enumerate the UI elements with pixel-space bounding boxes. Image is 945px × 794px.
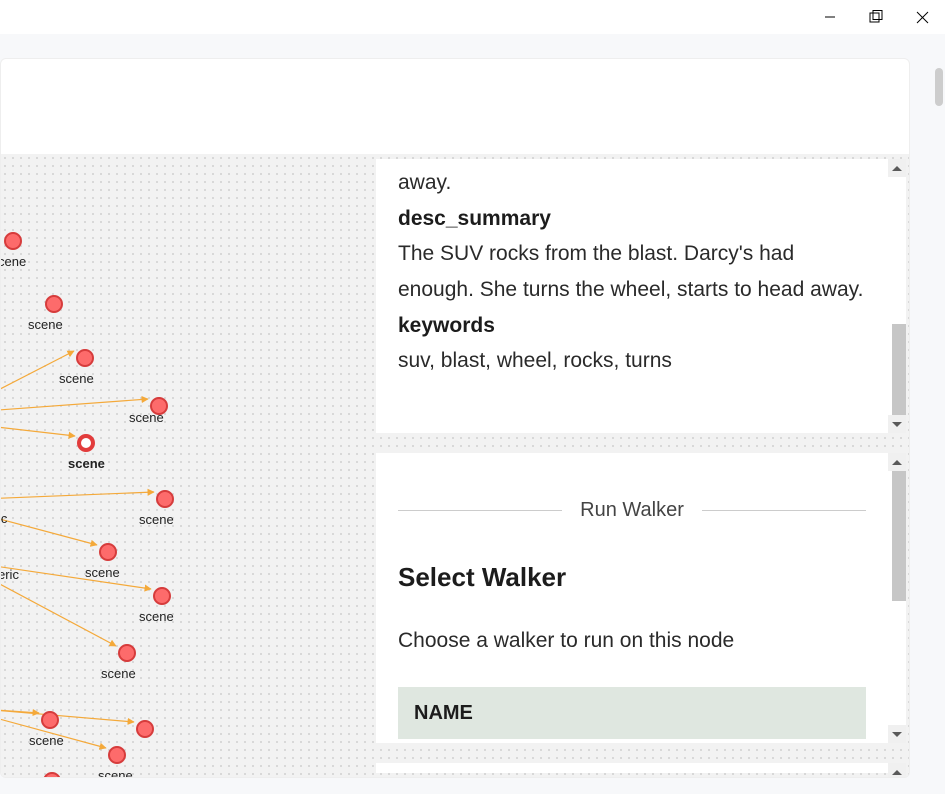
graph-node-label: scene — [129, 410, 164, 425]
run-walker-panel: Run Walker Select Walker Choose a walker… — [376, 453, 906, 743]
graph-node[interactable] — [41, 711, 59, 729]
close-icon — [916, 11, 929, 24]
graph-node[interactable] — [153, 587, 171, 605]
edges-layer — [1, 154, 371, 778]
truncated-label: ic — [0, 511, 7, 526]
graph-edge — [1, 574, 116, 646]
graph-node[interactable] — [76, 349, 94, 367]
maximize-button[interactable] — [853, 0, 899, 34]
graph-edge — [1, 424, 75, 436]
graph-node-label: scene — [68, 456, 105, 471]
graph-node[interactable] — [4, 232, 22, 250]
scrollbar-thumb[interactable] — [935, 68, 943, 106]
graph-node-label: scene — [29, 733, 64, 748]
graph-edge — [1, 564, 151, 589]
select-walker-heading: Select Walker — [398, 555, 866, 599]
graph-edge — [1, 492, 154, 499]
window-titlebar — [0, 0, 945, 34]
graph-edge — [1, 514, 97, 545]
next-panel-peek — [376, 763, 906, 773]
minimize-icon — [824, 11, 836, 23]
scroll-up-button[interactable] — [888, 453, 906, 471]
graph-node-label: scene — [59, 371, 94, 386]
node-details-panel: away. desc_summary The SUV rocks from th… — [376, 159, 906, 433]
app-panel: cene scene scene scene scene scene scene scene s… — [0, 58, 910, 778]
graph-edge — [1, 399, 148, 412]
scroll-up-button[interactable] — [888, 159, 906, 177]
section-title: Run Walker — [580, 493, 684, 527]
graph-node[interactable] — [99, 543, 117, 561]
graph-node-label: scene — [139, 512, 174, 527]
graph-node[interactable] — [108, 746, 126, 764]
dropdown-label: NAME — [414, 696, 473, 730]
chevron-up-icon — [892, 460, 902, 465]
truncated-text: away. — [398, 165, 866, 201]
graph-node-selected[interactable] — [77, 434, 95, 452]
chevron-down-icon — [892, 732, 902, 737]
close-button[interactable] — [899, 0, 945, 34]
scrollbar-thumb[interactable] — [892, 324, 906, 424]
details-content: away. desc_summary The SUV rocks from th… — [376, 159, 888, 433]
field-value: suv, blast, wheel, rocks, turns — [398, 343, 866, 379]
scroll-down-button[interactable] — [888, 725, 906, 743]
maximize-icon — [869, 10, 883, 24]
window-scrollbar[interactable] — [935, 68, 943, 794]
graph-node[interactable] — [45, 295, 63, 313]
graph-node-label: scene — [101, 666, 136, 681]
chevron-up-icon — [892, 770, 902, 775]
graph-node[interactable] — [156, 490, 174, 508]
graph-node[interactable] — [118, 644, 136, 662]
instruction-text: Choose a walker to run on this node — [398, 623, 866, 659]
chevron-down-icon — [892, 422, 902, 427]
graph-node-label: scene — [98, 768, 133, 778]
scroll-down-button[interactable] — [888, 415, 906, 433]
scrollbar-thumb[interactable] — [892, 471, 906, 601]
graph-node-label: scene — [139, 609, 174, 624]
minimize-button[interactable] — [807, 0, 853, 34]
chevron-up-icon — [892, 166, 902, 171]
scroll-up-button[interactable] — [888, 763, 906, 778]
field-value: The SUV rocks from the blast. Darcy's ha… — [398, 236, 866, 307]
field-label: desc_summary — [398, 201, 866, 237]
section-divider: Run Walker — [398, 493, 866, 527]
workspace: cene scene scene scene scene scene scene scene s… — [1, 154, 910, 778]
walker-dropdown[interactable]: NAME — [398, 687, 866, 739]
app-outer: cene scene scene scene scene scene scene scene s… — [0, 34, 945, 794]
right-column: away. desc_summary The SUV rocks from th… — [376, 159, 906, 774]
graph-canvas[interactable]: cene scene scene scene scene scene scene scene s… — [1, 154, 371, 778]
graph-edge — [1, 709, 134, 722]
graph-node-label: cene — [0, 254, 26, 269]
graph-node-label: scene — [85, 565, 120, 580]
truncated-label: eric — [0, 567, 19, 582]
graph-node-label: scene — [28, 317, 63, 332]
field-label: keywords — [398, 308, 866, 344]
graph-node[interactable] — [136, 720, 154, 738]
